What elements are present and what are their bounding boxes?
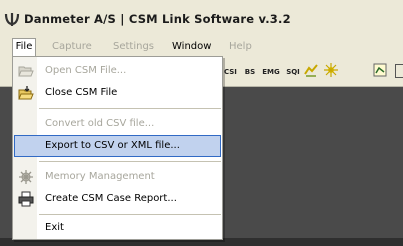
toolbar-csi-button[interactable]: CSI [224,65,237,79]
menu-item-close-csm-file[interactable]: Close CSM File [14,82,221,104]
menu-bar: File Capture Settings Window Help [0,38,403,56]
menu-item-convert-old-csv[interactable]: Convert old CSV file... [14,113,221,135]
app-logo-icon [4,13,20,26]
menu-capture[interactable]: Capture [52,38,92,56]
document-icon[interactable] [372,62,388,78]
chart-icon[interactable] [303,62,319,78]
menu-item-create-case-report[interactable]: Create CSM Case Report... [14,188,221,210]
menu-file[interactable]: File [12,38,36,56]
menu-separator [39,108,221,109]
menu-item-memory-management[interactable]: Memory Management [14,166,221,188]
menu-settings[interactable]: Settings [113,38,154,56]
file-menu-dropdown: Open CSM File... Close CSM File Convert … [12,56,223,240]
toolbar-partial-button[interactable] [395,64,403,78]
menu-separator [39,161,221,162]
toolbar-bs-button[interactable]: BS [244,65,256,79]
window-title: Danmeter A/S | CSM Link Software v.3.2 [24,12,291,26]
menu-item-export-csv-xml[interactable]: Export to CSV or XML file... [14,135,221,157]
toolbar-sqi-button[interactable]: SQI [285,65,301,79]
close-folder-icon [18,86,34,100]
menu-item-open-csm-file[interactable]: Open CSM File... [14,60,221,82]
printer-icon [18,191,34,207]
open-folder-icon [18,66,34,77]
memory-icon [19,170,33,184]
menu-help[interactable]: Help [229,38,252,56]
toolbar-emg-button[interactable]: EMG [262,65,280,79]
menu-item-exit[interactable]: Exit [14,217,221,239]
star-icon[interactable] [323,62,339,78]
menu-separator [39,214,221,215]
title-bar: Danmeter A/S | CSM Link Software v.3.2 [0,0,403,38]
menu-window[interactable]: Window [172,38,211,56]
